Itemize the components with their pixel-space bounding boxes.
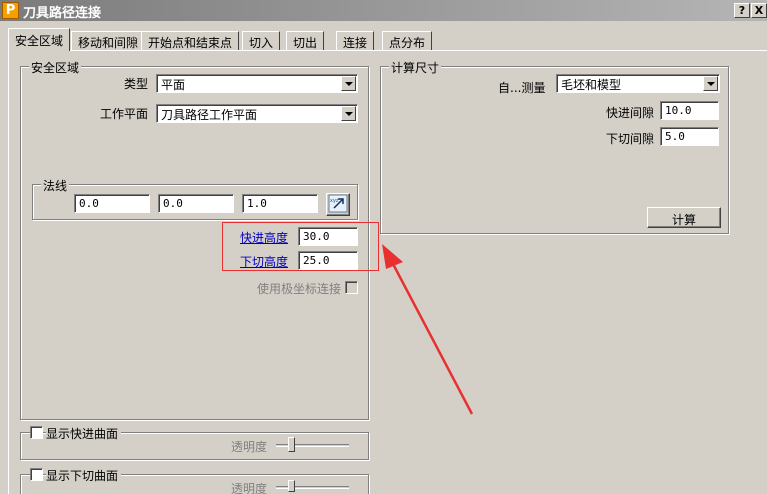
plunge-opacity-label: 透明度	[231, 482, 268, 494]
rapid-gap-label: 快进间隙	[606, 106, 655, 120]
tab-lead-out[interactable]: 切出	[286, 31, 325, 50]
tab-safe-area[interactable]: 安全区域	[8, 28, 71, 51]
chevron-down-icon[interactable]	[703, 76, 718, 91]
plunge-opacity-slider[interactable]	[276, 486, 349, 489]
rapid-opacity-slider[interactable]	[276, 444, 349, 447]
polar-connect-checkbox[interactable]	[345, 281, 358, 294]
calc-size-group-label: 计算尺寸	[389, 59, 442, 76]
rapid-opacity-thumb[interactable]	[288, 437, 295, 452]
plunge-opacity-thumb[interactable]	[288, 480, 295, 492]
rapid-opacity-label: 透明度	[231, 440, 268, 454]
polar-connect-label: 使用极坐标连接	[257, 282, 342, 296]
show-rapid-checkbox[interactable]	[30, 426, 43, 439]
show-rapid-label: 显示快进曲面	[46, 425, 122, 442]
calculate-button[interactable]: 计算	[647, 207, 721, 228]
plunge-gap-label: 下切间隙	[606, 132, 655, 146]
pick-direction-button[interactable]: xyz	[326, 193, 350, 216]
close-button[interactable]: X	[751, 3, 767, 18]
type-label: 类型	[124, 77, 149, 91]
safe-area-group-label: 安全区域	[29, 59, 82, 76]
normal-y-input[interactable]: 0.0	[158, 194, 234, 213]
tab-point-distribution[interactable]: 点分布	[382, 31, 433, 50]
auto-measure-label: 自...测量	[498, 81, 546, 95]
show-plunge-label: 显示下切曲面	[46, 467, 122, 484]
type-select[interactable]: 平面	[156, 74, 358, 93]
normal-group-label: 法线	[41, 177, 70, 194]
auto-measure-value: 毛坯和模型	[561, 78, 622, 92]
tab-links[interactable]: 连接	[336, 31, 375, 50]
axis-arrow-icon: xyz	[328, 194, 348, 213]
rapid-gap-input[interactable]: 10.0	[660, 101, 719, 120]
workplane-select[interactable]: 刀具路径工作平面	[156, 104, 358, 123]
workplane-label: 工作平面	[100, 107, 149, 121]
tab-lead-in[interactable]: 切入	[242, 31, 281, 50]
window-title: 刀具路径连接	[23, 6, 102, 21]
title-bar: P 刀具路径连接 ? X	[0, 0, 767, 21]
auto-measure-select[interactable]: 毛坯和模型	[556, 74, 720, 93]
tab-moves-gaps[interactable]: 移动和间隙	[71, 31, 146, 50]
app-logo-icon: P	[2, 2, 19, 19]
normal-x-input[interactable]: 0.0	[74, 194, 150, 213]
svg-text:xyz: xyz	[330, 198, 339, 204]
type-select-value: 平面	[161, 78, 186, 92]
chevron-down-icon[interactable]	[341, 106, 356, 121]
chevron-down-icon[interactable]	[341, 76, 356, 91]
show-plunge-checkbox[interactable]	[30, 468, 43, 481]
help-button[interactable]: ?	[734, 3, 750, 18]
tab-start-end-point[interactable]: 开始点和结束点	[141, 31, 240, 50]
normal-z-input[interactable]: 1.0	[242, 194, 318, 213]
workplane-select-value: 刀具路径工作平面	[161, 108, 258, 122]
plunge-gap-input[interactable]: 5.0	[660, 127, 719, 146]
annotation-highlight-box	[222, 222, 379, 271]
tab-bar: 安全区域 移动和间隙 开始点和结束点 切入 切出 连接 点分布	[8, 28, 767, 51]
